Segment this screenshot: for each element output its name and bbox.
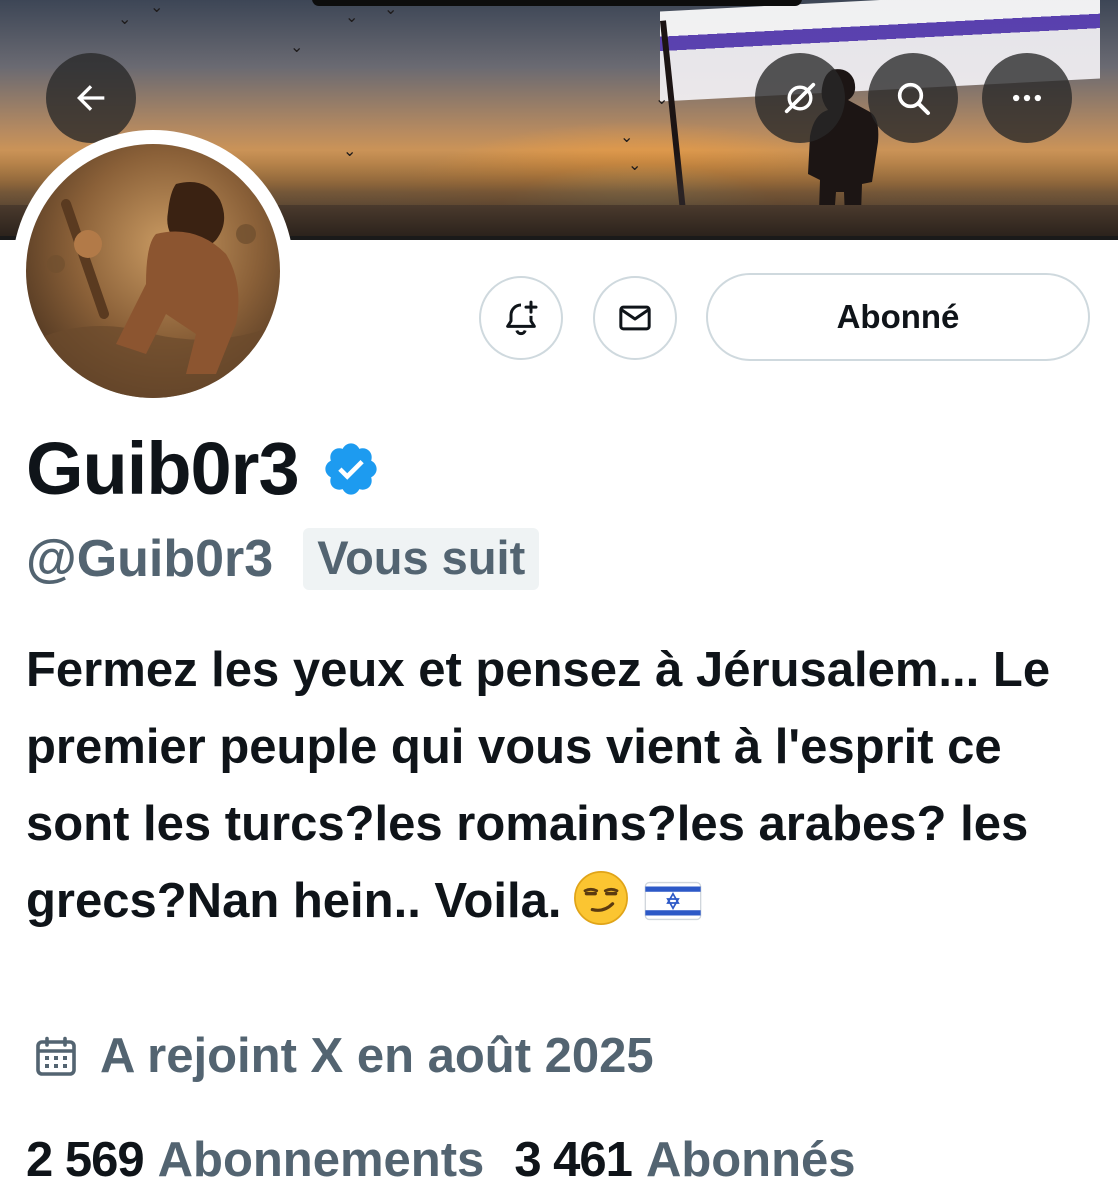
followers-count: 3 461 (514, 1133, 633, 1187)
bird-icon: ⌄ (655, 91, 669, 108)
bio-text: Fermez les yeux et pensez à Jérusalem...… (26, 643, 1051, 928)
smirk-emoji-icon (573, 871, 628, 925)
display-name-row: Guib0r3 (26, 432, 381, 506)
bird-icon: ⌄ (343, 143, 357, 160)
bell-plus-icon (506, 300, 538, 336)
search-icon (897, 82, 930, 115)
display-name: Guib0r3 (26, 427, 300, 510)
following-button[interactable]: Abonné (706, 273, 1090, 361)
avatar-warrior-image (26, 182, 280, 398)
calendar-icon (36, 1036, 76, 1076)
verified-badge-icon[interactable] (321, 439, 381, 499)
joined-row: A rejoint X en août 2025 (32, 1032, 654, 1081)
bird-icon: ⌄ (150, 0, 164, 16)
bird-icon: ⌄ (628, 157, 642, 174)
israel-flag-emoji-icon (644, 881, 701, 921)
search-button[interactable] (868, 53, 958, 143)
bird-icon: ⌄ (118, 11, 132, 28)
stats-row: 2 569 Abonnements 3 461 Abonnés (26, 1132, 856, 1188)
grok-icon (784, 82, 816, 114)
notifications-button[interactable] (479, 276, 563, 360)
more-icon (1013, 94, 1041, 102)
arrow-left-icon (77, 85, 105, 111)
following-count: 2 569 (26, 1133, 145, 1187)
device-notch (312, 0, 802, 6)
envelope-icon (619, 305, 651, 331)
bio: Fermez les yeux et pensez à Jérusalem...… (26, 632, 1096, 940)
handle: @Guib0r3 (26, 529, 274, 588)
more-button[interactable] (982, 53, 1072, 143)
back-button[interactable] (46, 53, 136, 143)
handle-row: @Guib0r3 Vous suit (26, 528, 540, 590)
bird-icon: ⌄ (290, 39, 304, 56)
joined-date: A rejoint X en août 2025 (100, 1029, 654, 1083)
following-label: Abonnements (157, 1133, 485, 1187)
followers-link[interactable]: 3 461 Abonnés (514, 1132, 855, 1188)
bird-icon: ⌄ (620, 129, 634, 146)
bird-icon: ⌄ (345, 9, 359, 26)
follows-you-badge: Vous suit (303, 528, 540, 590)
message-button[interactable] (593, 276, 677, 360)
avatar[interactable] (26, 144, 280, 398)
following-link[interactable]: 2 569 Abonnements (26, 1132, 484, 1188)
avatar-ring (12, 130, 294, 412)
grok-button[interactable] (755, 53, 845, 143)
followers-label: Abonnés (645, 1133, 856, 1187)
